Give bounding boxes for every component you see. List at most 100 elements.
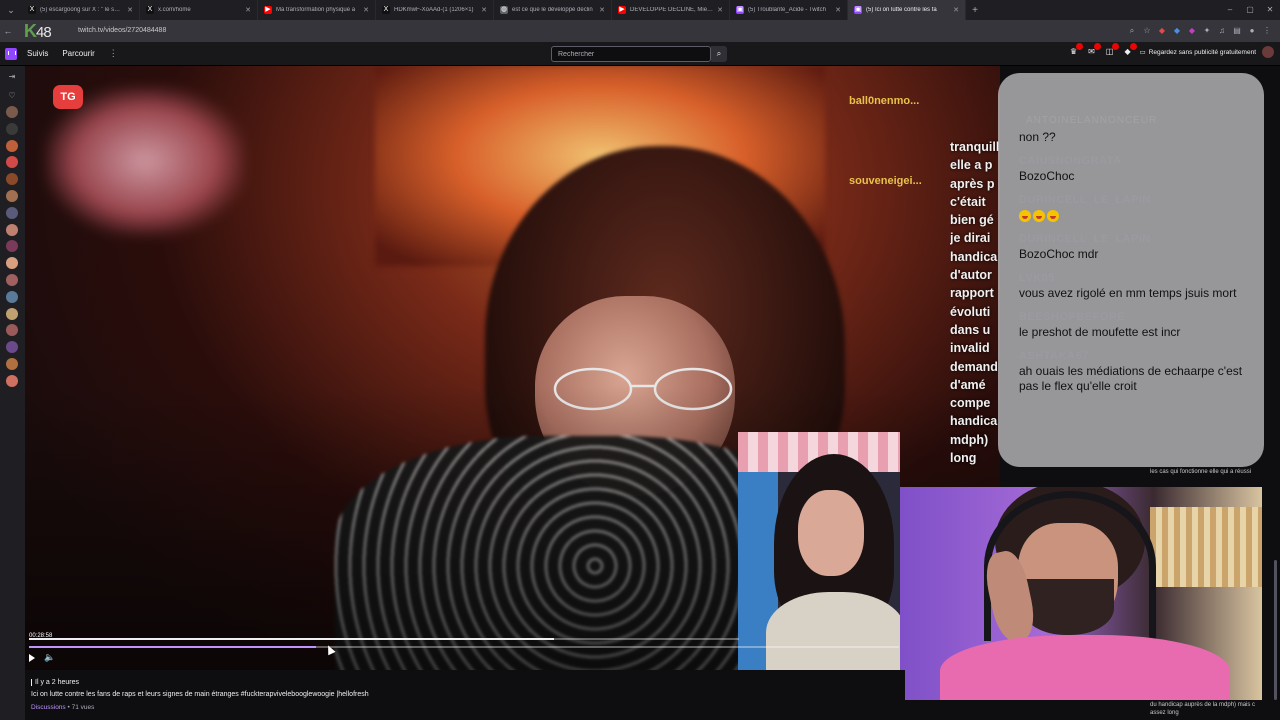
browser-tab[interactable]: ◍ est ce que le développé déclin ✕ [494,0,612,20]
subtitle-line: long [950,451,977,466]
crown-icon[interactable]: ♛ [1068,43,1083,59]
chat-message-text [1019,208,1255,223]
chat-username[interactable]: ASHTAKA67 [1019,349,1264,364]
tab-label: Ma transformation physique a [276,7,356,13]
followed-channel-avatar[interactable] [6,274,18,286]
tab-close-icon[interactable]: ✕ [481,6,487,14]
tab-close-icon[interactable]: ✕ [245,6,251,14]
followed-channel-avatar[interactable] [6,173,18,186]
search-button[interactable]: ⌕ [711,46,727,62]
chat-username[interactable]: DURINCELL_LE_LAPIN [1019,232,1264,247]
extension-icon[interactable]: ◆ [1157,24,1167,38]
media-icon[interactable]: ♫ [1217,24,1227,38]
followed-channel-avatar[interactable] [6,341,18,354]
user-avatar[interactable] [1262,46,1274,58]
subtitle-line: tranquill [950,140,1000,154]
followed-channel-avatar[interactable] [6,156,18,169]
more-menu-icon[interactable]: ⋮ [109,48,118,59]
back-icon[interactable]: ← [0,26,16,36]
followed-channel-avatar[interactable] [6,374,18,387]
followed-channel-avatar[interactable] [6,223,18,236]
tab-label: (5) Troublante_Acide - Twitch [748,7,826,13]
whispers-icon[interactable]: ◫ [1104,43,1119,59]
tab-close-icon[interactable]: ✕ [127,6,133,14]
puzzle-icon[interactable]: ✦ [1202,24,1212,38]
tab-close-icon[interactable]: ✕ [953,6,959,14]
followed-channel-avatar[interactable] [6,240,18,253]
play-icon[interactable] [29,654,35,662]
search-input[interactable] [551,46,711,62]
zoom-icon[interactable]: ⌕ [1127,24,1137,38]
guest-face [798,490,864,576]
chat-username[interactable]: LVK05 [1019,271,1264,286]
tab-favicon-icon: X [28,6,36,14]
followed-channel-avatar[interactable] [6,307,18,320]
minimize-icon[interactable]: – [1220,0,1240,20]
expand-sidebar-icon[interactable]: ⇥ [5,72,19,81]
chat-username[interactable]: DURINCELL_LE_LAPIN [1019,193,1264,208]
tab-close-icon[interactable]: ✕ [717,6,723,14]
nav-browse[interactable]: Parcourir [62,49,94,58]
followed-channel-avatar[interactable] [6,106,18,118]
bookmark-star-icon[interactable]: ☆ [1142,24,1152,38]
bits-icon[interactable]: ◆ [1122,43,1137,59]
tab-favicon-icon: ▣ [854,6,862,14]
chat-message-text: du handicap auprès de la mdph) mais c as… [1150,702,1256,716]
chat-message: DURINCELL_LE_LAPIN BozoChoc mdr [1019,232,1264,262]
browser-tab[interactable]: ▣ (5) Troublante_Acide - Twitch ✕ [730,0,848,20]
chat-message-text: ah ouais les médiations de echaarpe c'es… [1019,364,1243,393]
browser-tab[interactable]: X (5) escargoong sur X : " le suis p ✕ [22,0,140,20]
close-window-icon[interactable]: ✕ [1260,0,1280,20]
followed-channel-avatar[interactable] [6,358,18,370]
browser-tab[interactable]: Xx.com/home ✕ [140,0,258,20]
tab-close-icon[interactable]: ✕ [363,6,369,14]
url-text[interactable]: twitch.tv/videos/2720484488 [78,27,166,34]
overlay-progress-bar[interactable] [29,646,899,648]
profile-icon[interactable]: ● [1247,24,1257,38]
nav-following[interactable]: Suivis [27,49,48,58]
category-link[interactable]: Discussions [31,704,66,711]
chat-scrollbar[interactable] [1274,560,1277,700]
chat-overlay: ANTOINELANNONCEUR non ?? CAIUSNONGRATA Boz… [998,73,1264,467]
inbox-icon[interactable]: ✉ [1086,43,1101,59]
new-tab-button[interactable]: + [966,5,984,16]
tab-close-icon[interactable]: ✕ [599,6,605,14]
extension-icon[interactable]: ◆ [1187,24,1197,38]
cam-shelf [1150,507,1262,587]
sidebar-toggle-icon[interactable]: ▤ [1232,24,1242,38]
browser-tab[interactable]: ▶ DÉVELOPPÉ DÉCLINÉ, Mieux q ✕ [612,0,730,20]
chat-username[interactable]: CAIUSNONGRATA [1019,154,1264,169]
address-bar: ← [0,20,1280,42]
browser-tab[interactable]: X HDKmwF-XoAAd-(1 (1206×1) ✕ [376,0,494,20]
subtitle-speaker: ball0nenmo... [849,95,920,107]
menu-icon[interactable]: ⋮ [1262,24,1272,38]
volume-icon[interactable]: 🔈 [44,652,55,663]
tab-label: (5) escargoong sur X : " le suis p [40,7,124,13]
extension-icon[interactable]: ◆ [1172,24,1182,38]
followed-channel-avatar[interactable] [6,139,18,152]
chat-username[interactable]: BEESHOPBEFORE [1019,310,1264,325]
subtitle-line: invalid [950,341,990,356]
browser-tab[interactable]: ▶ Ma transformation physique a ✕ [258,0,376,20]
chat-message-text: vous avez rigolé en mm temps jsuis mort [1019,286,1237,300]
browser-tab[interactable]: ▣ (5) Ici on lutte contre les fa ✕ [848,0,966,20]
toolbar-icons: ⌕ ☆ ◆ ◆ ◆ ✦ ♫ ▤ ● ⋮ [1127,24,1272,38]
followed-channel-avatar[interactable] [6,190,18,202]
view-count: • 71 vues [65,704,95,711]
notification-badge [1093,43,1101,50]
tab-search-icon[interactable]: ⌄ [0,5,22,16]
followed-channel-avatar[interactable] [6,324,18,337]
followed-channel-avatar[interactable] [6,206,18,219]
seek-bar[interactable] [29,638,739,640]
turbo-button[interactable]: ▭ Regardez sans publicité gratuitement [1140,48,1256,57]
turbo-label: Regardez sans publicité gratuitement [1148,48,1256,56]
followed-channel-avatar[interactable] [6,290,18,303]
chat-message: CAIUSNONGRATA BozoChoc [1019,154,1264,184]
tab-label: x.com/home [158,7,191,13]
tab-close-icon[interactable]: ✕ [835,6,841,14]
twitch-logo-icon[interactable] [5,47,17,60]
subtitle-line: compe [950,396,991,411]
maximize-icon[interactable]: ▢ [1240,0,1260,20]
followed-channel-avatar[interactable] [6,257,18,270]
followed-channel-avatar[interactable] [6,122,18,135]
